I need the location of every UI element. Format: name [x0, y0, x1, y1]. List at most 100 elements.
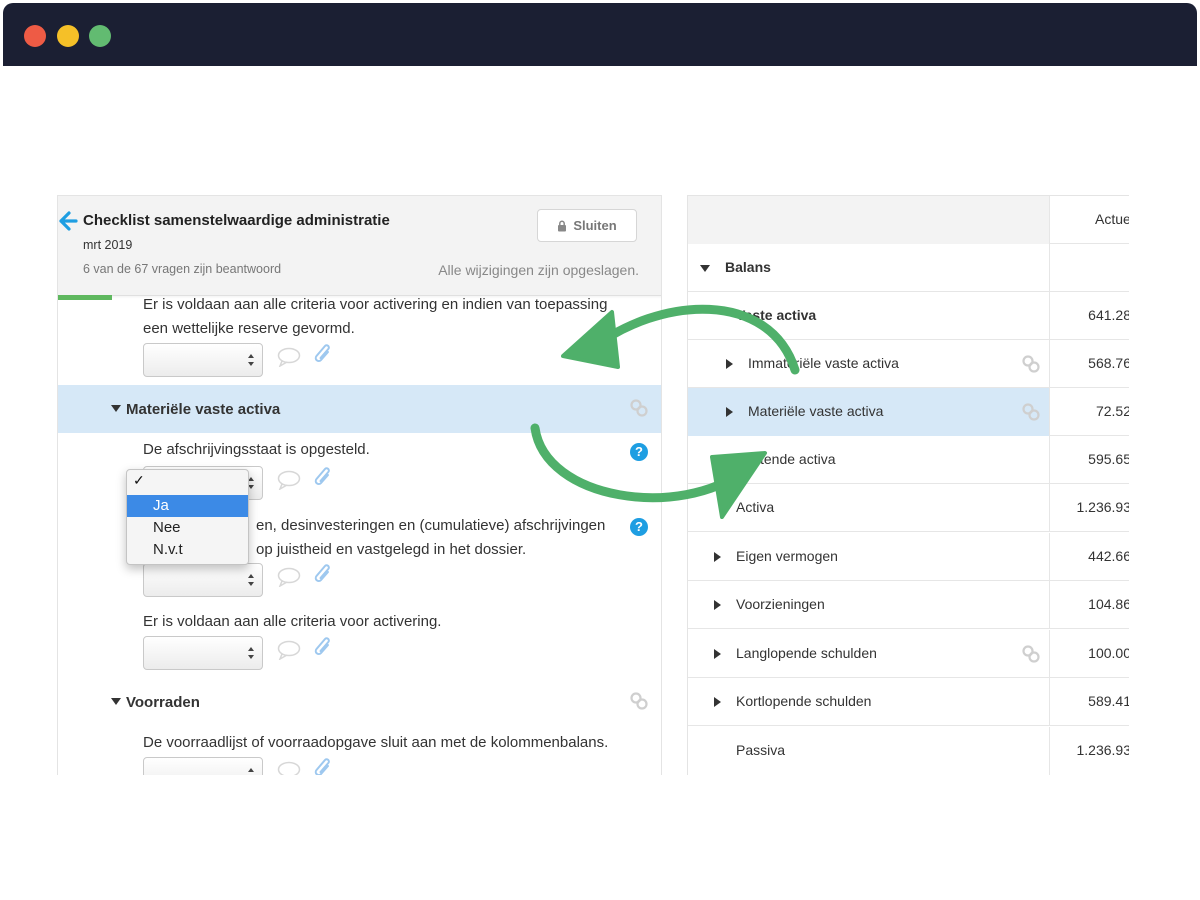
expand-icon[interactable] [714, 649, 721, 659]
balance-header-row: Actue [688, 196, 1129, 244]
row-label: Eigen vermogen [736, 548, 838, 564]
answer-select[interactable] [143, 343, 263, 377]
balance-row[interactable]: tende activa 595.65 [688, 436, 1129, 484]
balance-row[interactable]: Vaste activa 641.28 [688, 292, 1129, 340]
comment-icon[interactable] [277, 640, 301, 660]
row-value-cell: 568.76 [1049, 340, 1129, 388]
row-value-cell: 595.65 [1049, 436, 1129, 484]
back-arrow-icon[interactable] [58, 210, 78, 232]
help-icon[interactable]: ? [630, 443, 648, 461]
minimize-window-button[interactable] [57, 25, 79, 47]
row-label: Passiva [736, 742, 786, 758]
question-text: Er is voldaan aan alle criteria voor act… [143, 613, 442, 630]
question-text: en, desinvesteringen en (cumulatieve) af… [256, 517, 606, 534]
dropdown-option-nvt[interactable]: N.v.t [127, 539, 248, 561]
saved-status: Alle wijzigingen zijn opgeslagen. [438, 262, 639, 278]
row-value-cell: 641.28 [1049, 292, 1129, 340]
balance-row[interactable]: Voorzieningen 104.86 [688, 581, 1129, 629]
progress-bar [58, 295, 112, 300]
section-title: Voorraden [126, 694, 200, 711]
collapse-icon[interactable] [111, 405, 121, 412]
question-text: Er is voldaan aan alle criteria voor act… [143, 296, 608, 313]
select-arrows-icon [248, 354, 254, 366]
answer-select[interactable] [143, 636, 263, 670]
answer-dropdown-menu[interactable]: ✓ Ja Nee N.v.t [126, 469, 249, 565]
close-button[interactable]: Sluiten [537, 209, 637, 242]
comment-icon[interactable] [277, 567, 301, 587]
row-value-cell [1049, 244, 1129, 292]
comment-icon[interactable] [277, 347, 301, 367]
row-label-cell: Langlopende schulden [688, 630, 1049, 678]
balance-row[interactable]: Balans [688, 244, 1129, 292]
row-label-cell: Balans [688, 244, 1049, 292]
row-value: 568.76 [1088, 355, 1129, 371]
row-value-cell: 100.00 [1049, 630, 1129, 678]
row-value: 442.66 [1088, 548, 1129, 564]
paperclip-icon[interactable] [314, 343, 334, 367]
row-value: 595.65 [1088, 451, 1129, 467]
expand-icon[interactable] [714, 552, 721, 562]
answer-select[interactable] [143, 757, 263, 775]
paperclip-icon[interactable] [314, 757, 334, 775]
balance-row[interactable]: Kortlopende schulden 589.41 [688, 678, 1129, 726]
row-label: Balans [725, 259, 771, 275]
row-value: 1.236.93 [1076, 499, 1130, 515]
row-value: 72.52 [1095, 403, 1129, 419]
row-label: Vaste activa [736, 307, 817, 323]
checklist-header: Checklist samenstelwaardige administrati… [58, 196, 661, 296]
balance-row[interactable]: Activa 1.236.93 [688, 484, 1129, 532]
dropdown-option-nee[interactable]: Nee [127, 517, 248, 539]
section-voorraden[interactable]: Voorraden [58, 678, 661, 726]
expand-icon[interactable] [714, 600, 721, 610]
row-label: Voorzieningen [736, 596, 825, 612]
link-icon[interactable] [1021, 644, 1041, 664]
header-value-cell: Actue [1049, 196, 1129, 244]
balance-row[interactable]: Passiva 1.236.93 [688, 727, 1129, 775]
balance-row[interactable]: Eigen vermogen 442.66 [688, 533, 1129, 581]
collapse-icon[interactable] [700, 265, 710, 272]
paperclip-icon[interactable] [314, 636, 334, 660]
link-icon[interactable] [629, 691, 649, 711]
progress-text: 6 van de 67 vragen zijn beantwoord [83, 262, 282, 276]
comment-icon[interactable] [277, 470, 301, 490]
row-value: 589.41 [1088, 693, 1129, 709]
balance-row[interactable]: Immateriële vaste activa 568.76 [688, 340, 1129, 388]
close-window-button[interactable] [24, 25, 46, 47]
lock-icon [558, 220, 567, 231]
paperclip-icon[interactable] [314, 563, 334, 587]
help-icon[interactable]: ? [630, 518, 648, 536]
row-value-cell: 1.236.93 [1049, 727, 1129, 775]
balance-row-highlighted[interactable]: Materiële vaste activa 72.52 [688, 388, 1129, 436]
link-icon[interactable] [1021, 354, 1041, 374]
row-value: 641.28 [1088, 307, 1129, 323]
balance-row[interactable]: Langlopende schulden 100.00 [688, 630, 1129, 678]
comment-icon[interactable] [277, 761, 301, 775]
answer-select[interactable] [143, 563, 263, 597]
dropdown-option-ja[interactable]: Ja [127, 495, 248, 517]
row-label: Activa [736, 499, 775, 515]
header-label-cell [688, 196, 1049, 244]
paperclip-icon[interactable] [314, 466, 334, 490]
row-value: 100.00 [1088, 645, 1129, 661]
expand-icon[interactable] [726, 359, 733, 369]
row-label: Langlopende schulden [736, 645, 877, 661]
section-materiele-vaste-activa[interactable]: Materiële vaste activa [58, 385, 661, 433]
question-text: De voorraadlijst of voorraadopgave sluit… [143, 734, 609, 751]
row-value-cell: 1.236.93 [1049, 484, 1129, 532]
question-text: De afschrijvingsstaat is opgesteld. [143, 441, 370, 458]
row-label-cell: tende activa [688, 436, 1049, 484]
maximize-window-button[interactable] [89, 25, 111, 47]
row-label-cell: Immateriële vaste activa [688, 340, 1049, 388]
expand-icon[interactable] [726, 407, 733, 417]
section-title: Materiële vaste activa [126, 401, 281, 418]
column-header-actueel: Actue [1095, 211, 1129, 227]
row-label-cell: Eigen vermogen [688, 533, 1049, 581]
checklist-date: mrt 2019 [83, 238, 133, 252]
expand-icon[interactable] [714, 697, 721, 707]
checklist-title: Checklist samenstelwaardige administrati… [83, 212, 390, 229]
collapse-icon[interactable] [111, 698, 121, 705]
row-label-cell: Vaste activa [688, 292, 1049, 340]
link-icon[interactable] [629, 398, 649, 418]
window-titlebar [3, 3, 1197, 66]
link-icon[interactable] [1021, 402, 1041, 422]
